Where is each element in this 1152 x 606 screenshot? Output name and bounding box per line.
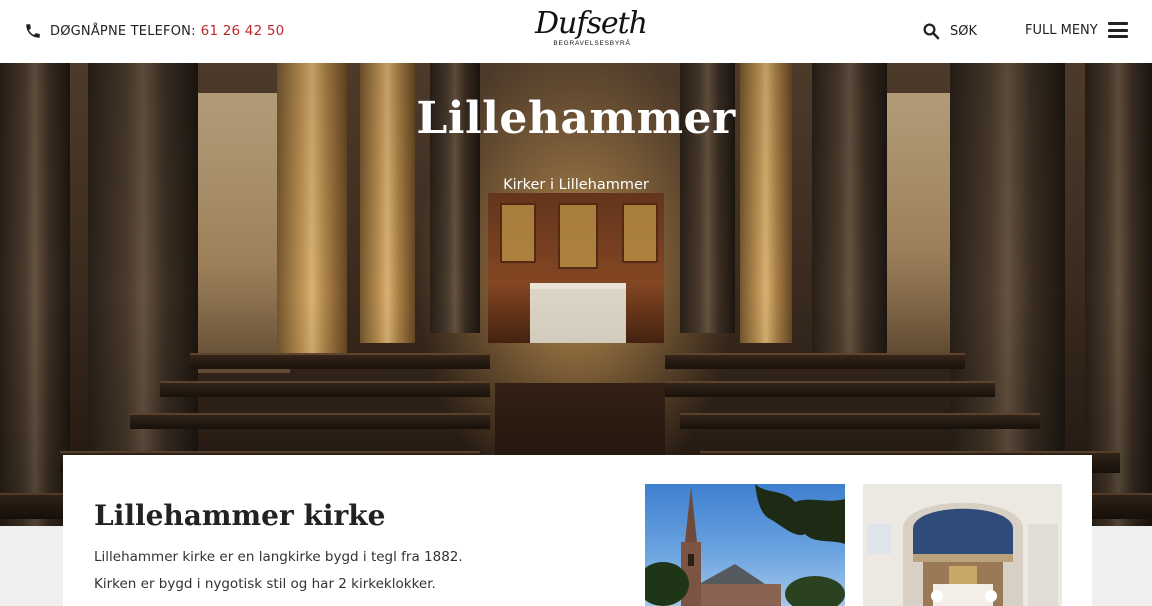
logo-tagline: BEGRAVELSESBYRÅ bbox=[553, 40, 631, 47]
hamburger-icon bbox=[1107, 22, 1128, 38]
search-button[interactable]: SØK bbox=[922, 22, 977, 40]
church-card: Lillehammer kirke Lillehammer kirke er e… bbox=[63, 455, 1092, 606]
full-menu-button[interactable]: FULL MENY bbox=[1025, 22, 1128, 38]
emergency-phone[interactable]: DØGNÅPNE TELEFON: 61 26 42 50 bbox=[24, 22, 284, 40]
phone-label: DØGNÅPNE TELEFON: bbox=[50, 23, 196, 39]
logo-wordmark: Dufseth bbox=[535, 6, 648, 41]
search-icon bbox=[922, 22, 940, 40]
church-description: Lillehammer kirke er en langkirke bygd i… bbox=[94, 549, 463, 565]
site-header: DØGNÅPNE TELEFON: 61 26 42 50 Dufseth BE… bbox=[0, 0, 1152, 63]
hero-title: Lillehammer bbox=[416, 93, 736, 144]
church-title: Lillehammer kirke bbox=[94, 499, 386, 532]
church-interior-photo[interactable] bbox=[863, 484, 1062, 606]
phone-icon bbox=[24, 22, 42, 40]
phone-number[interactable]: 61 26 42 50 bbox=[201, 23, 285, 39]
menu-label: FULL MENY bbox=[1025, 22, 1098, 38]
church-exterior-photo[interactable] bbox=[645, 484, 845, 606]
search-label: SØK bbox=[950, 23, 978, 39]
hero-subtitle: Kirker i Lillehammer bbox=[503, 177, 649, 193]
site-logo[interactable]: Dufseth BEGRAVELSESBYRÅ bbox=[535, 4, 648, 60]
church-description: Kirken er bygd i nygotisk stil og har 2 … bbox=[94, 576, 436, 592]
